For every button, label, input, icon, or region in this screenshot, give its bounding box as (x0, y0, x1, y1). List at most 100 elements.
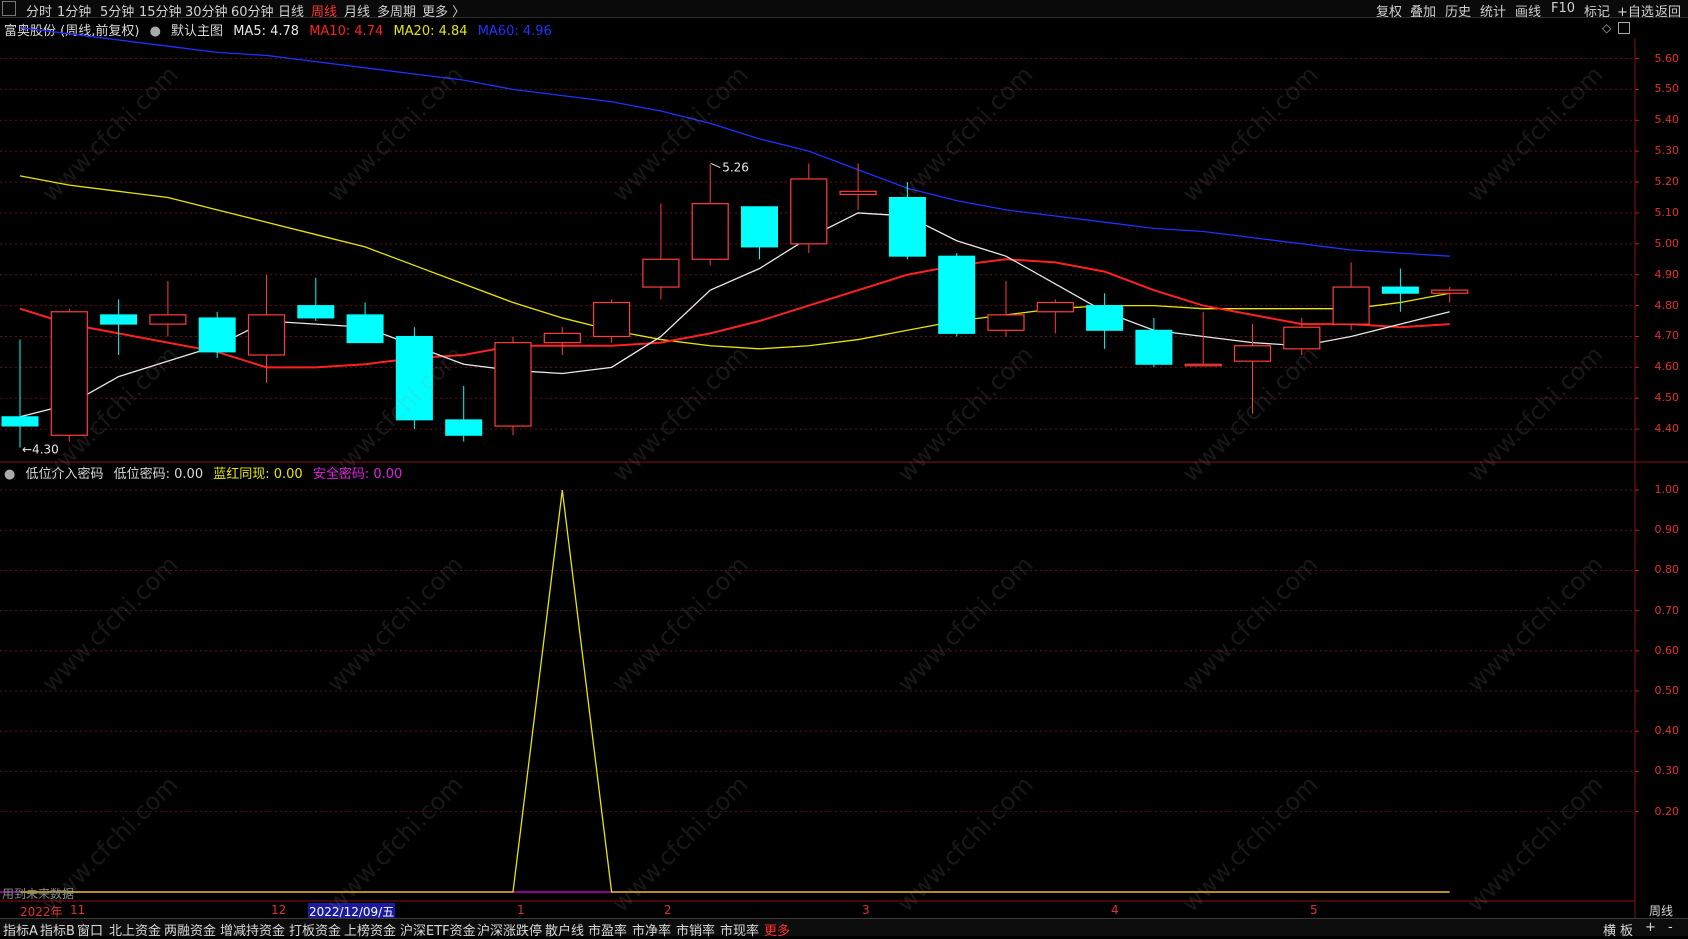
candle (1332, 262, 1370, 331)
indicator-tick-label: 0.70 (1654, 603, 1680, 617)
candle-body-up (1431, 289, 1469, 294)
btab-ps[interactable]: 市销率 (676, 920, 715, 939)
candle-body-up (1184, 363, 1222, 367)
candle (395, 327, 433, 430)
bottom-indicator-tabs: 指标A 指标B 窗口 北上资金 两融资金 增减持资金 打板资金 上榜资金 沪深E… (0, 918, 1688, 939)
price-tick-label: 4.70 (1654, 329, 1680, 343)
candle (1, 339, 39, 448)
diamond-icon[interactable]: ◇ (1602, 21, 1611, 35)
candle-body-down (1, 416, 39, 427)
btab-pcf[interactable]: 市现率 (720, 920, 759, 939)
candle (1381, 268, 1419, 312)
btab-horizontal[interactable]: 横 (1603, 920, 1616, 939)
candle-body-up (987, 314, 1025, 331)
candle (790, 163, 828, 254)
candle (100, 299, 138, 355)
candle-body-down (198, 317, 236, 353)
btab-window[interactable]: 窗口 (77, 920, 103, 939)
price-tick-label: 4.50 (1654, 391, 1680, 405)
btab-board[interactable]: 板 (1620, 920, 1633, 939)
date-month-4: 4 (1111, 903, 1119, 917)
candle-body-down (938, 255, 976, 334)
candle (543, 327, 581, 355)
candle-body-up (790, 178, 828, 245)
candle-body-down (297, 305, 335, 319)
window-icon[interactable] (1618, 22, 1630, 34)
future-data-note: 用到未来数据 (2, 887, 75, 901)
indicator-tick-label: 0.80 (1654, 563, 1680, 577)
candle (297, 277, 335, 322)
candle-body-down (1135, 329, 1173, 365)
btab-toplist-funds[interactable]: 上榜资金 (344, 920, 396, 939)
candle-body-up (592, 301, 631, 338)
candle (198, 311, 236, 359)
low-price-label: ←4.30 (22, 443, 59, 457)
candle (987, 280, 1025, 337)
candle (1431, 287, 1469, 303)
candle-body-up (1036, 301, 1074, 313)
candle-body-up (494, 342, 532, 427)
indicator-v1: 低位密码: 0.00 (113, 467, 204, 482)
btab-northbound[interactable]: 北上资金 (109, 920, 161, 939)
candle (1233, 324, 1272, 414)
date-month-3: 3 (862, 903, 870, 917)
price-tick-label: 5.00 (1654, 236, 1680, 250)
high-price-label: 5.26 (722, 161, 749, 175)
candle-body-down (1086, 305, 1124, 331)
candle-body-up (691, 203, 729, 260)
candle (494, 336, 532, 436)
candle-body-up (642, 258, 680, 288)
candle (938, 253, 976, 337)
btab-pe[interactable]: 市盈率 (588, 920, 627, 939)
candle-body-up (1233, 345, 1272, 362)
date-month-12: 12 (271, 903, 287, 917)
btab-margin[interactable]: 两融资金 (164, 920, 216, 939)
indicator-tick-label: 1.00 (1654, 483, 1680, 497)
candle-body-up (1283, 326, 1321, 350)
candle (445, 385, 483, 442)
date-month-2: 2 (664, 903, 672, 917)
btab-shareholding[interactable]: 增减持资金 (220, 920, 285, 939)
ma60-line (19, 27, 1450, 257)
btab-pb[interactable]: 市净率 (632, 920, 671, 939)
candle (1184, 311, 1222, 367)
btab-more[interactable]: 更多 (764, 920, 790, 939)
candle (346, 302, 384, 344)
indicator-tick-label: 0.20 (1654, 804, 1680, 818)
price-tick-label: 5.50 (1654, 82, 1680, 96)
indicator-tick-label: 0.30 (1654, 764, 1680, 778)
price-tick-label: 5.40 (1654, 113, 1680, 127)
candle (642, 203, 680, 300)
price-tick-label: 5.10 (1654, 205, 1680, 219)
candle (888, 182, 926, 260)
btab-limit-stats[interactable]: 沪深涨跌停 (477, 920, 542, 939)
btab-zoom-in[interactable]: + (1645, 920, 1656, 935)
price-tick-label: 5.60 (1654, 51, 1680, 65)
btab-etf-funds[interactable]: 沪深ETF资金 (400, 920, 476, 939)
btab-retail-line[interactable]: 散户线 (545, 920, 584, 939)
btab-limitup-funds[interactable]: 打板资金 (289, 920, 341, 939)
candle-body-down (741, 206, 778, 248)
indicator-name[interactable]: 低位介入密码 (25, 467, 103, 482)
indicator-v2: 蓝红同现: 0.00 (213, 467, 303, 482)
indicator-toggle-icon[interactable]: ● (4, 467, 15, 482)
candle-body-up (839, 190, 877, 196)
btab-zoom-out[interactable]: - (1668, 920, 1673, 935)
indicator-tick-label: 0.90 (1654, 523, 1680, 537)
candle-body-up (1332, 286, 1370, 325)
price-tick-label: 4.40 (1654, 422, 1680, 436)
price-tick-label: 4.90 (1654, 267, 1680, 281)
date-month-11: 11 (70, 903, 86, 917)
candle (691, 163, 729, 266)
high-price-pointer (710, 163, 721, 168)
candle (50, 308, 88, 442)
indicator-tick-label: 0.60 (1654, 643, 1680, 657)
price-tick-label: 5.30 (1654, 144, 1680, 158)
btab-zhibiao-a[interactable]: 指标A (3, 920, 38, 939)
indicator-legend: ● 低位介入密码 低位密码: 0.00 蓝红同现: 0.00 安全密码: 0.0… (4, 463, 408, 482)
btab-zhibiao-b[interactable]: 指标B (40, 920, 75, 939)
candle-body-down (100, 314, 138, 325)
candle (839, 163, 877, 210)
date-axis: 2022年 11 12 2022/12/09/五 1 2 3 4 5 (0, 902, 1635, 920)
candle (592, 299, 631, 343)
